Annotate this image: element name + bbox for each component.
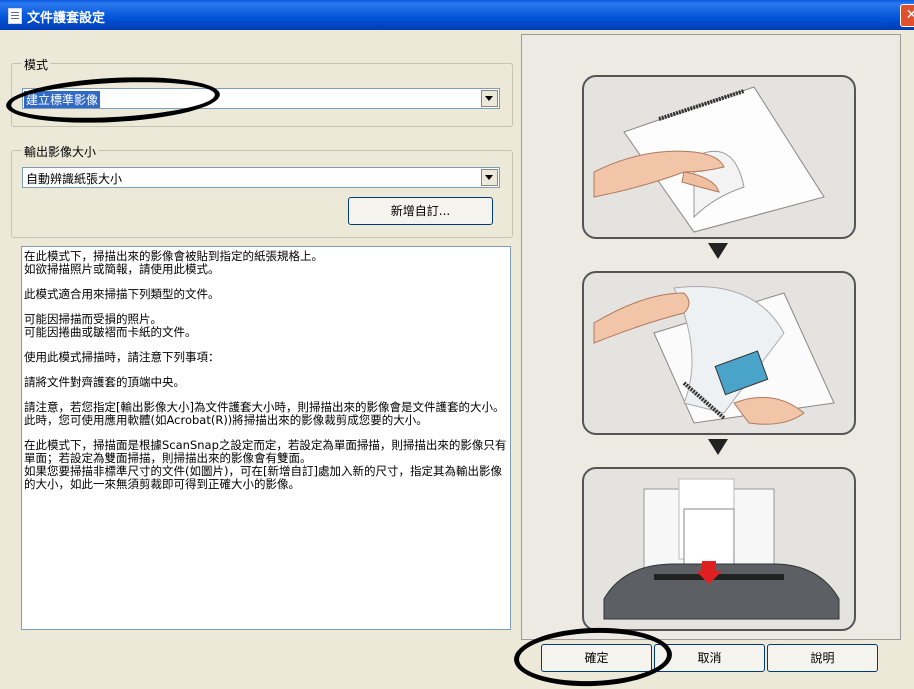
title-bar: 文件護套設定 ✕ [0,0,914,30]
chevron-down-icon[interactable] [481,169,498,186]
description-paragraph: 此模式適合用來掃描下列類型的文件。 [24,287,220,301]
window-icon [8,8,22,24]
description-paragraph: 使用此模式掃描時，請注意下列事項： [24,350,220,364]
mode-group: 模式 建立標準影像 [11,56,513,127]
illustration-insert-document [582,75,856,239]
close-button[interactable]: ✕ [900,4,914,27]
ok-button[interactable]: 確定 [541,644,652,672]
arrow-down-icon [708,243,728,259]
illustration-scanner [582,467,856,631]
output-size-group-label: 輸出影像大小 [22,143,99,160]
description-paragraph: 在此模式下，掃描出來的影像會被貼到指定的紙張規格上。 如欲掃描照片或簡報，請使用… [24,249,323,276]
description-text: 在此模式下，掃描出來的影像會被貼到指定的紙張規格上。 如欲掃描照片或簡報，請使用… [21,246,511,630]
description-paragraph: 請注意，若您指定[輸出影像大小]為文件護套大小時，則掃描出來的影像會是文件護套的… [24,400,505,427]
illustration-panel [521,34,901,640]
help-button[interactable]: 說明 [767,644,878,672]
mode-select[interactable]: 建立標準影像 [22,88,500,109]
description-paragraph: 請將文件對齊護套的頂端中央。 [24,375,185,389]
description-paragraph: 在此模式下，掃描面是根據ScanSnap之設定而定，若設定為單面掃描，則掃描出來… [24,438,507,491]
chevron-down-icon[interactable] [481,90,498,107]
window-title: 文件護套設定 [27,11,106,26]
illustration-insert-photo [582,271,856,435]
description-paragraph: 可能因掃描而受損的照片。 可能因捲曲或皺褶而卡紙的文件。 [24,312,197,339]
output-size-select[interactable]: 自動辨識紙張大小 [22,167,500,188]
add-custom-button[interactable]: 新增自訂... [348,197,493,225]
output-size-select-value: 自動辨識紙張大小 [26,172,123,186]
mode-group-label: 模式 [22,56,51,73]
output-size-group: 輸出影像大小 自動辨識紙張大小 新增自訂... [11,143,513,238]
mode-select-value: 建立標準影像 [24,91,101,108]
arrow-down-icon [708,439,728,455]
cancel-button[interactable]: 取消 [654,644,765,672]
